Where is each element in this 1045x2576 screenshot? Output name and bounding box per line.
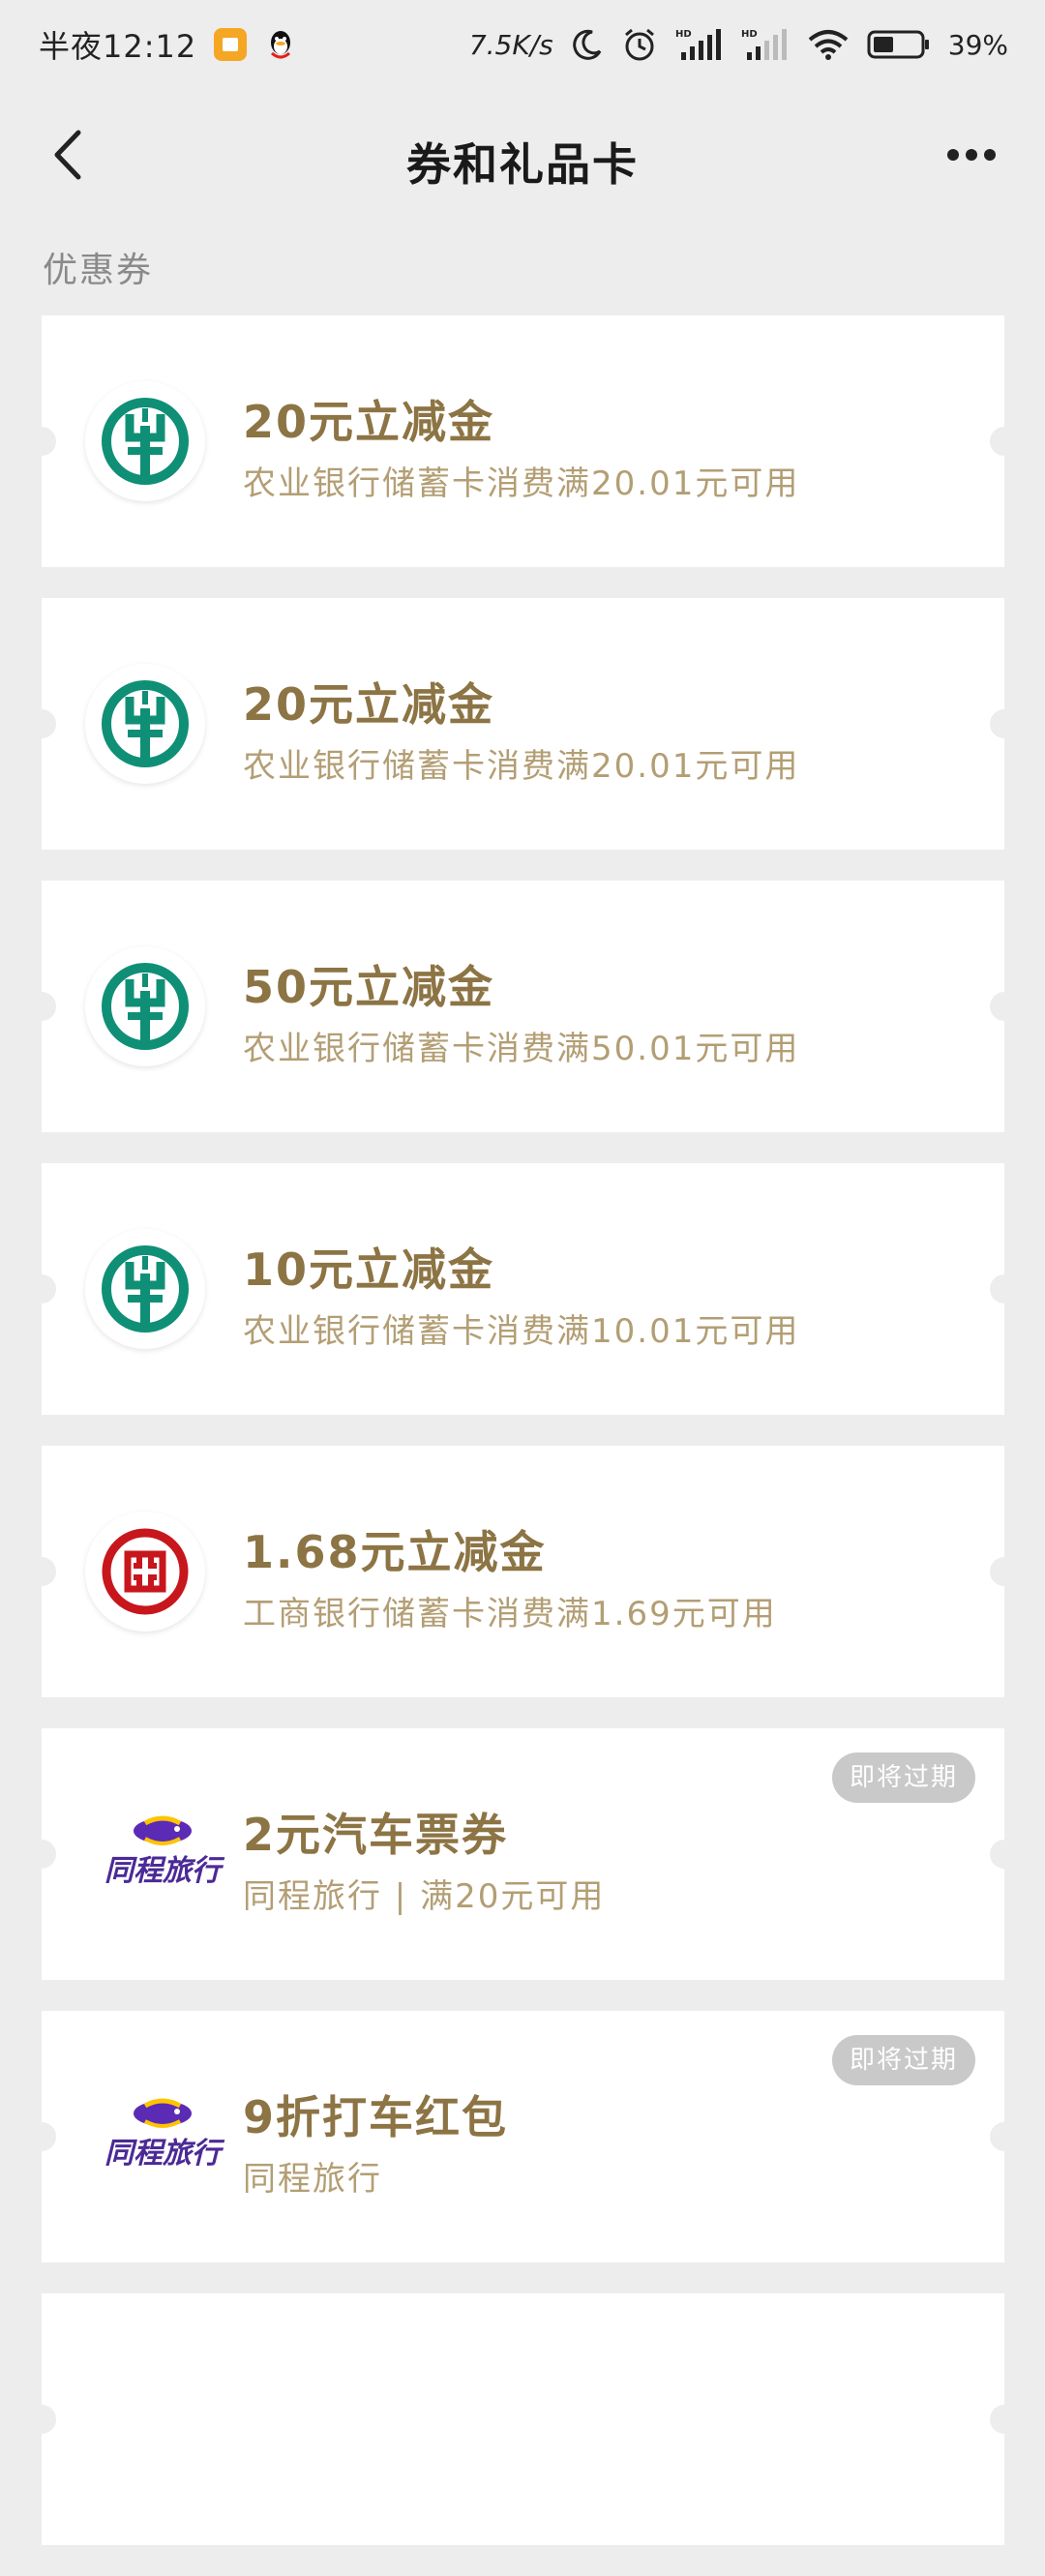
tongcheng-logo-text: 同程旅行 [104,2137,221,2171]
status-bar: 半夜12:12 7.5K/s HD HD 39% [0,0,1045,89]
coupon-desc: 同程旅行 [243,2160,382,2199]
coupon-title: 50元立减金 [243,961,495,1013]
coupon-card[interactable]: 同程旅行 2元汽车票券 同程旅行 | 满20元可用 即将过期 [27,1728,1019,1980]
coupon-card[interactable]: 同程旅行 9折打车红包 同程旅行 即将过期 [27,2011,1019,2262]
hd-signal-icon: HD [741,27,790,62]
abc-bank-logo [85,381,205,501]
coupon-desc: 农业银行储蓄卡消费满20.01元可用 [243,464,800,503]
abc-bank-logo [85,1229,205,1349]
coupon-title: 2元汽车票券 [243,1809,509,1861]
more-button[interactable] [933,126,1010,184]
coupon-title: 1.68元立减金 [243,1526,547,1578]
alarm-icon [621,26,658,63]
abc-bank-logo [85,946,205,1066]
network-speed: 7.5K/s [468,28,553,61]
coupon-desc: 农业银行储蓄卡消费满10.01元可用 [243,1312,800,1351]
expire-badge: 即将过期 [831,1752,975,1803]
svg-text:HD: HD [741,29,758,40]
coupon-desc: 农业银行储蓄卡消费满50.01元可用 [243,1030,800,1068]
coupon-list: 20元立减金 农业银行储蓄卡消费满20.01元可用 20元立减金 农业银行储蓄卡… [27,315,1019,2576]
wifi-icon [807,28,850,61]
abc-bank-logo [85,664,205,784]
battery-icon [867,29,931,60]
coupon-card[interactable]: 20元立减金 农业银行储蓄卡消费满20.01元可用 [27,598,1019,850]
battery-percent: 39% [947,28,1008,61]
hd-signal-icon: HD [675,27,724,62]
coupon-card[interactable]: 20元立减金 农业银行储蓄卡消费满20.01元可用 [27,315,1019,567]
nav-header: 券和礼品卡 [0,89,1045,223]
coupon-card[interactable]: 10元立减金 农业银行储蓄卡消费满10.01元可用 [27,1163,1019,1415]
coupon-card[interactable]: 50元立减金 农业银行储蓄卡消费满50.01元可用 [27,881,1019,1132]
section-label-coupons: 优惠券 [43,251,154,290]
tongcheng-logo-text: 同程旅行 [104,1854,221,1888]
expire-badge: 即将过期 [831,2035,975,2085]
coupon-title: 20元立减金 [243,396,495,448]
status-time: 半夜12:12 [39,28,197,65]
status-bar-left: 半夜12:12 [39,22,297,67]
tongcheng-travel-logo: 同程旅行 [80,1794,245,1914]
coupon-title: 10元立减金 [243,1243,495,1296]
more-dots-icon [947,149,996,161]
moon-icon [571,28,604,61]
coupon-card[interactable]: 1.68元立减金 工商银行储蓄卡消费满1.69元可用 [27,1446,1019,1697]
qq-icon [264,28,297,61]
status-bar-right: 7.5K/s HD HD 39% [469,26,1008,63]
files-app-icon [214,28,248,61]
coupon-title: 20元立减金 [243,678,495,731]
svg-text:HD: HD [675,29,692,40]
coupon-title: 9折打车红包 [243,2091,509,2143]
coupon-desc: 农业银行储蓄卡消费满20.01元可用 [243,747,800,786]
tongcheng-travel-logo: 同程旅行 [80,2077,245,2197]
coupon-card[interactable] [27,2293,1019,2545]
coupon-desc: 工商银行储蓄卡消费满1.69元可用 [243,1595,777,1633]
coupon-desc: 同程旅行 | 满20元可用 [243,1877,606,1916]
icbc-bank-logo [85,1512,205,1632]
page-title: 券和礼品卡 [406,138,639,191]
